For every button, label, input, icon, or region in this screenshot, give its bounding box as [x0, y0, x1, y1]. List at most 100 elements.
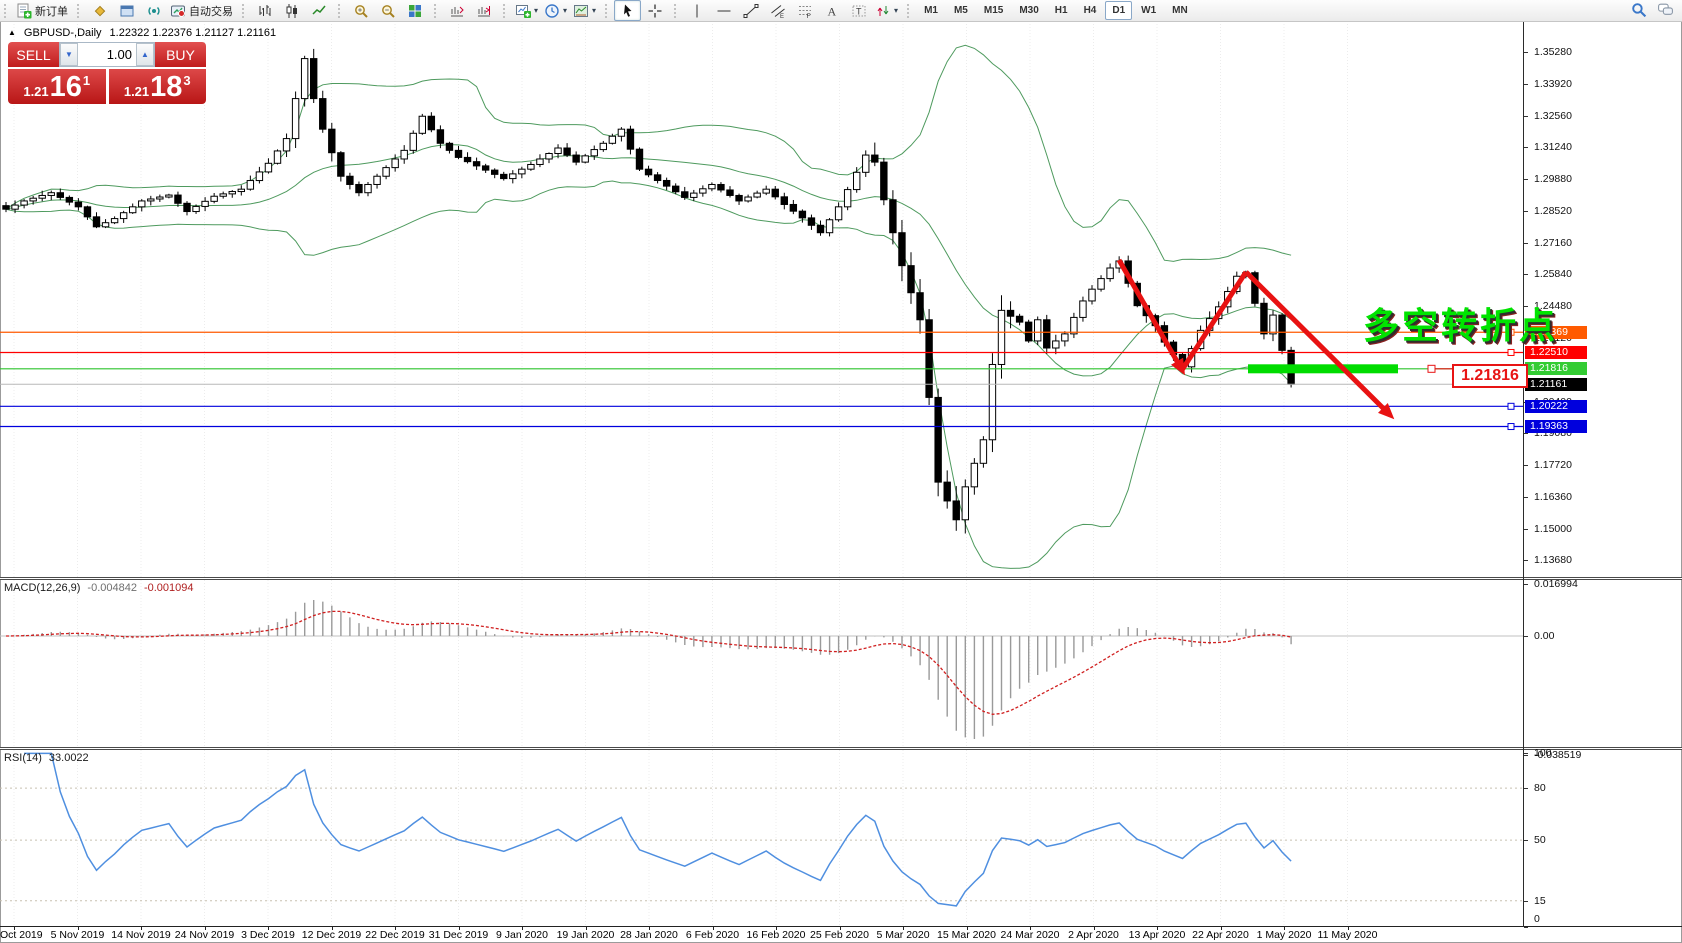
panel-divider[interactable] [0, 747, 1682, 750]
bull-candle [30, 198, 36, 201]
macd-main-value: -0.004842 [87, 582, 137, 594]
timeframe-mn[interactable]: MN [1165, 1, 1195, 20]
signal-icon[interactable] [140, 0, 167, 21]
main-price-chart[interactable] [0, 24, 1523, 577]
bear-candle [84, 207, 90, 217]
timeframe-m1[interactable]: M1 [917, 1, 945, 20]
sell-button[interactable]: SELL [8, 42, 59, 67]
line-chart-button[interactable] [305, 0, 332, 21]
tiles-icon [407, 3, 423, 19]
data-window-icon[interactable] [113, 0, 140, 21]
bull-candle [1053, 341, 1059, 348]
axis-tick-label: 1.17720 [1534, 459, 1572, 471]
cursor-icon [620, 3, 636, 19]
bull-candle [21, 201, 27, 205]
bull-candle [962, 487, 968, 520]
bear-candle [66, 197, 72, 202]
dropdown-caret-icon[interactable]: ▾ [592, 7, 596, 15]
new-chart-button[interactable]: ▾ [512, 0, 541, 21]
tile-windows-button[interactable] [401, 0, 428, 21]
toolbar-grip [242, 4, 247, 18]
timeframe-m15[interactable]: M15 [977, 1, 1010, 20]
bull-candle [1107, 268, 1113, 279]
axis-tick-mark [1524, 560, 1528, 561]
price-level-label[interactable]: 1.21816 [1452, 364, 1528, 388]
templates-button[interactable]: ▾ [570, 0, 599, 21]
bull-candle [763, 189, 769, 193]
label-tool[interactable]: T [845, 0, 872, 21]
period-button[interactable]: ▾ [541, 0, 570, 21]
date-tick-label: 5 Mar 2020 [876, 929, 929, 941]
timeframe-h4[interactable]: H4 [1077, 1, 1104, 20]
bull-candle [238, 189, 244, 191]
panel-divider[interactable] [0, 577, 1682, 580]
market-watch-icon[interactable] [86, 0, 113, 21]
level-line-anchor[interactable] [1508, 349, 1514, 355]
bull-candle [709, 184, 715, 188]
bear-candle [329, 129, 335, 153]
support-highlight-bar[interactable] [1248, 364, 1398, 373]
chat-icon[interactable] [1657, 1, 1674, 21]
timeframe-m30[interactable]: M30 [1012, 1, 1045, 20]
volume-increase-button[interactable]: ▲ [136, 43, 154, 66]
axis-tick-mark [1524, 116, 1528, 117]
cursor-tool-button[interactable] [614, 0, 641, 21]
auto-scroll-button[interactable] [443, 0, 470, 21]
zoom-in-button[interactable] [347, 0, 374, 21]
bear-candle [872, 155, 878, 162]
bull-candle [591, 150, 597, 156]
shift-left-icon [449, 3, 465, 19]
bull-candle [48, 193, 54, 196]
text-tool[interactable]: A [818, 0, 845, 21]
bull-candle [844, 190, 850, 207]
rsi-indicator-chart[interactable] [0, 750, 1523, 926]
buy-price-button[interactable]: 1.21 18 3 [109, 69, 207, 104]
collapse-icon[interactable]: ▲ [8, 28, 16, 39]
buy-button[interactable]: BUY [155, 42, 206, 67]
trend-arrow-line[interactable] [1182, 272, 1246, 370]
timeframe-m5[interactable]: M5 [947, 1, 975, 20]
trendline-tool[interactable] [737, 0, 764, 21]
price-label-anchor[interactable] [1428, 365, 1435, 372]
turning-point-annotation[interactable]: 多空转折点 [1363, 297, 1558, 349]
price-level-badge: 1.21161 [1525, 378, 1587, 391]
trend-arrow-line[interactable] [1119, 260, 1182, 370]
level-line-anchor[interactable] [1508, 424, 1514, 430]
macd-indicator-chart[interactable] [0, 580, 1523, 747]
volume-decrease-button[interactable]: ▼ [60, 43, 78, 66]
level-line-anchor[interactable] [1508, 403, 1514, 409]
search-icon[interactable] [1630, 1, 1647, 21]
arrows-tool[interactable]: ▾ [872, 0, 901, 21]
fibonacci-tool[interactable]: F [791, 0, 818, 21]
sell-price-button[interactable]: 1.21 16 1 [8, 69, 106, 104]
axis-tick-label: 1.32560 [1534, 110, 1572, 122]
bear-candle [772, 189, 778, 197]
timeframe-h1[interactable]: H1 [1048, 1, 1075, 20]
dropdown-caret-icon[interactable]: ▾ [534, 7, 538, 15]
bull-candle [410, 133, 416, 150]
dropdown-caret-icon[interactable]: ▾ [894, 7, 898, 15]
bull-candle [247, 181, 253, 190]
volume-input[interactable] [78, 43, 136, 66]
chart-shift-button[interactable] [470, 0, 497, 21]
axis-tick-label: 0.016994 [1534, 578, 1578, 590]
candlestick-chart-button[interactable] [278, 0, 305, 21]
crosshair-tool-button[interactable] [641, 0, 668, 21]
vertical-line-tool[interactable] [683, 0, 710, 21]
axis-tick-label: 1.35280 [1534, 46, 1572, 58]
horizontal-line-tool[interactable] [710, 0, 737, 21]
timeframe-w1[interactable]: W1 [1134, 1, 1163, 20]
bar-chart-button[interactable] [251, 0, 278, 21]
zoom-out-button[interactable] [374, 0, 401, 21]
bear-candle [75, 202, 81, 207]
dropdown-caret-icon[interactable]: ▾ [563, 7, 567, 15]
bear-candle [736, 195, 742, 200]
bull-candle [220, 194, 226, 196]
new-order-button[interactable]: 新订单 [13, 0, 71, 21]
timeframe-d1[interactable]: D1 [1105, 1, 1132, 20]
auto-trading-button[interactable]: 自动交易 [167, 0, 236, 21]
svg-text:E: E [780, 14, 784, 19]
toolbar-group [430, 0, 499, 21]
channel-tool[interactable]: E [764, 0, 791, 21]
bear-candle [482, 166, 488, 170]
